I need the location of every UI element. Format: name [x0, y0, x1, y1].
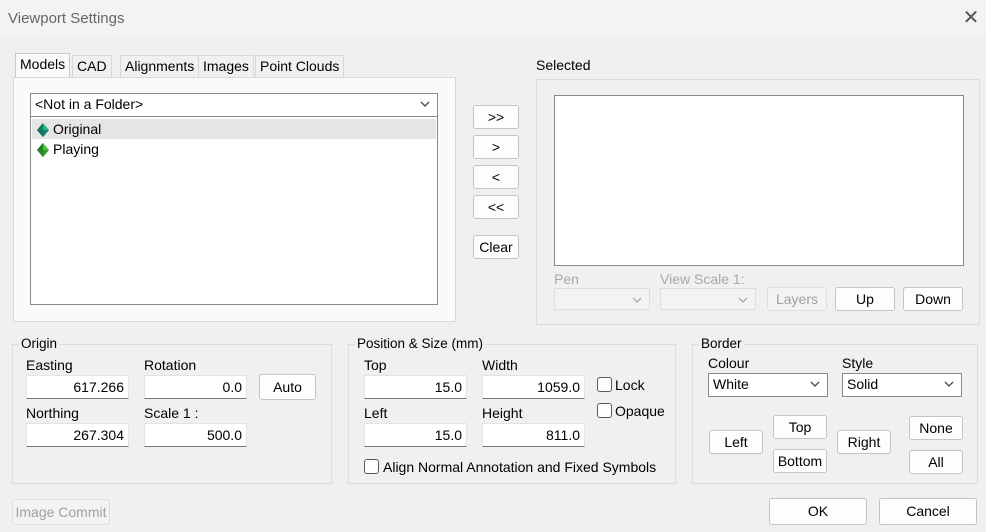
chevron-down-icon [944, 381, 954, 387]
view-scale-dropdown[interactable] [660, 288, 756, 310]
chevron-down-icon [420, 101, 430, 107]
list-item-label: Original [53, 121, 102, 137]
left-label: Left [364, 405, 388, 421]
ok-button[interactable]: OK [769, 498, 867, 525]
border-right-button[interactable]: Right [837, 430, 891, 454]
width-label: Width [482, 357, 518, 373]
tab-cad[interactable]: CAD [72, 55, 112, 77]
image-commit-button[interactable]: Image Commit [12, 499, 110, 525]
folder-dropdown[interactable]: <Not in a Folder> [30, 93, 438, 117]
style-label: Style [842, 355, 874, 371]
colour-dropdown[interactable]: White [708, 373, 828, 397]
title-bar [0, 0, 986, 38]
border-top-button[interactable]: Top [773, 415, 827, 439]
lock-label: Lock [615, 377, 645, 393]
chevron-down-icon [810, 381, 820, 387]
border-bottom-button[interactable]: Bottom [773, 449, 827, 473]
easting-label: Easting [26, 357, 73, 373]
folder-value: <Not in a Folder> [35, 96, 144, 112]
easting-field[interactable]: 617.266 [26, 375, 129, 399]
layers-button[interactable]: Layers [767, 287, 827, 311]
tin-model-icon [37, 143, 49, 157]
opaque-checkbox[interactable] [597, 403, 612, 418]
origin-title: Origin [19, 336, 60, 351]
list-item[interactable]: Playing [32, 139, 436, 159]
border-all-button[interactable]: All [909, 450, 963, 474]
top-label: Top [364, 357, 387, 373]
down-button[interactable]: Down [903, 287, 963, 311]
chevron-down-icon [632, 297, 642, 303]
cancel-button[interactable]: Cancel [879, 498, 977, 525]
selected-label: Selected [536, 57, 591, 73]
width-field[interactable]: 1059.0 [482, 375, 585, 399]
remove-all-button[interactable]: << [473, 195, 519, 219]
view-scale-label: View Scale 1: [660, 271, 745, 287]
auto-button[interactable]: Auto [259, 374, 316, 400]
tin-model-icon [37, 123, 49, 137]
add-all-button[interactable]: >> [473, 105, 519, 129]
list-item-label: Playing [53, 141, 99, 157]
opaque-label: Opaque [615, 403, 665, 419]
rotation-label: Rotation [144, 357, 197, 373]
clear-button[interactable]: Clear [473, 235, 519, 259]
scale-field[interactable]: 500.0 [144, 423, 247, 447]
colour-value: White [713, 376, 749, 392]
list-item[interactable]: Original [32, 119, 436, 139]
tab-point-clouds[interactable]: Point Clouds [255, 55, 345, 77]
top-field[interactable]: 15.0 [364, 375, 467, 399]
pen-label: Pen [554, 271, 579, 287]
close-icon[interactable]: ✕ [960, 7, 982, 29]
position-size-title: Position & Size (mm) [355, 336, 486, 351]
window-title: Viewport Settings [8, 10, 125, 27]
selected-list[interactable] [554, 95, 964, 266]
border-none-button[interactable]: None [909, 416, 963, 440]
northing-label: Northing [26, 405, 79, 421]
style-dropdown[interactable]: Solid [842, 373, 962, 397]
tab-models[interactable]: Models [15, 53, 71, 78]
pen-dropdown[interactable] [554, 288, 650, 310]
tab-images[interactable]: Images [198, 55, 254, 77]
scale-label: Scale 1 : [144, 405, 199, 421]
border-left-button[interactable]: Left [709, 430, 763, 454]
border-title: Border [699, 336, 744, 351]
left-field[interactable]: 15.0 [364, 423, 467, 447]
colour-label: Colour [708, 355, 750, 371]
align-annotation-label: Align Normal Annotation and Fixed Symbol… [383, 459, 657, 475]
northing-field[interactable]: 267.304 [26, 423, 129, 447]
models-list[interactable]: Original Playing [30, 116, 438, 305]
up-button[interactable]: Up [835, 287, 895, 311]
add-button[interactable]: > [473, 135, 519, 159]
height-field[interactable]: 811.0 [482, 423, 585, 447]
chevron-down-icon [738, 297, 748, 303]
remove-button[interactable]: < [473, 165, 519, 189]
height-label: Height [482, 405, 523, 421]
tab-alignments[interactable]: Alignments [120, 55, 200, 77]
rotation-field[interactable]: 0.0 [144, 375, 247, 399]
lock-checkbox[interactable] [597, 377, 612, 392]
style-value: Solid [847, 376, 879, 392]
align-annotation-checkbox[interactable] [364, 459, 379, 474]
